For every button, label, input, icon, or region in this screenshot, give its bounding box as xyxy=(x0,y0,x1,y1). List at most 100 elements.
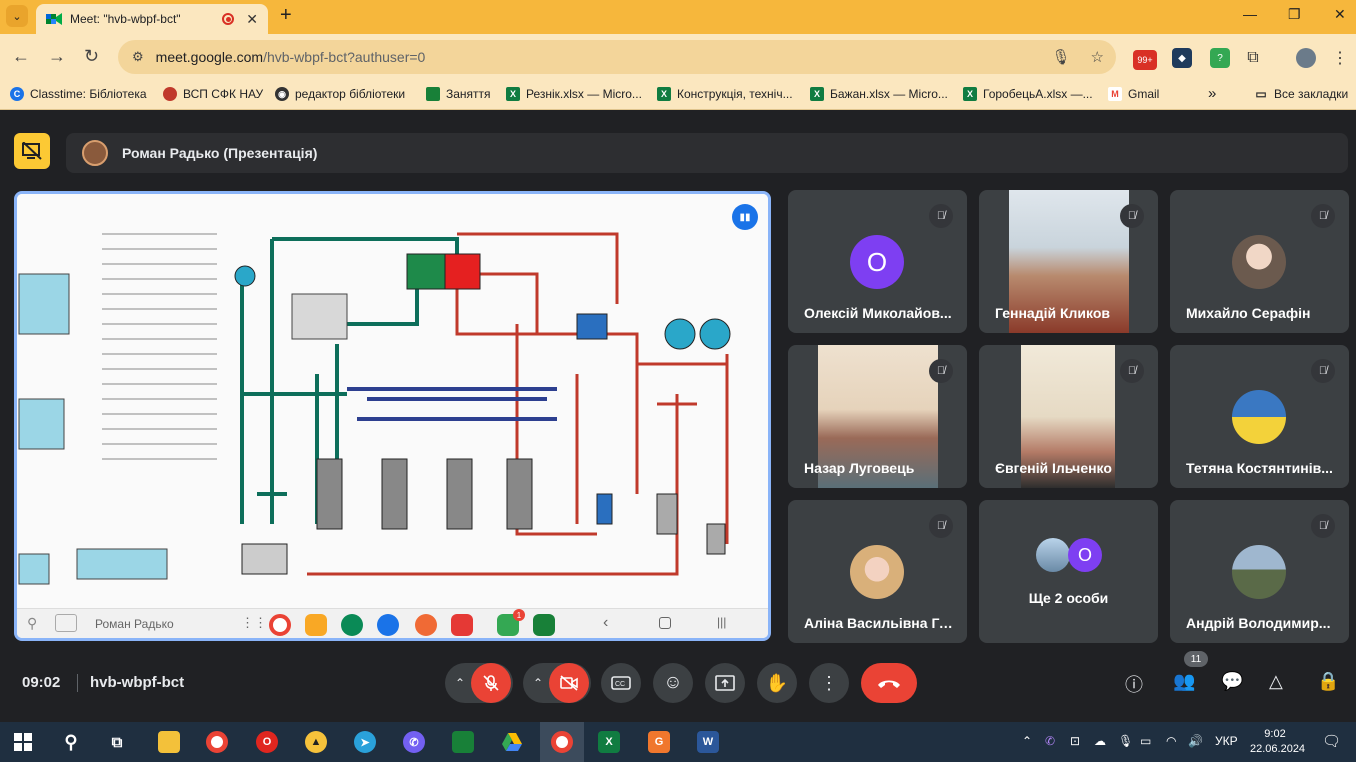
participant-tile[interactable]: 🎙̸ Тетяна Костянтинів... xyxy=(1170,345,1349,488)
task-view-icon[interactable]: ⧉ xyxy=(106,731,128,753)
people-count-badge: 11 xyxy=(1184,651,1208,667)
bookmark-item[interactable]: X Бажан.xlsx — Micro... xyxy=(810,87,948,101)
svg-text:CC: CC xyxy=(615,681,625,688)
bookmark-item[interactable]: C Classtime: Бібліотека xyxy=(10,87,147,101)
more-options-button[interactable]: ⋮ xyxy=(809,663,849,703)
avatar: О xyxy=(1068,538,1102,572)
volume-icon[interactable]: 🔊 xyxy=(1188,734,1203,748)
files-app-icon xyxy=(305,614,327,636)
bookmark-item[interactable]: X Резнік.xlsx — Micro... xyxy=(506,87,642,101)
avatar xyxy=(82,140,108,166)
messages-app-icon xyxy=(377,614,399,636)
wifi-icon[interactable]: ◠ xyxy=(1166,734,1176,748)
bookmark-item[interactable]: Заняття xyxy=(426,87,491,101)
mic-off-button[interactable] xyxy=(471,663,511,703)
globe-icon: ◉ xyxy=(275,87,289,101)
participant-tile[interactable]: О Ще 2 особи xyxy=(979,500,1158,643)
bookmark-item[interactable]: ◉ редактор бібліотеки xyxy=(275,87,405,101)
cloud-icon[interactable]: ☁ xyxy=(1094,734,1106,748)
crest-icon xyxy=(163,87,177,101)
opera-icon[interactable]: O xyxy=(256,731,278,753)
excel-icon[interactable]: X xyxy=(598,731,620,753)
participant-tile[interactable]: 🎙̸ Геннадій Кликов xyxy=(979,190,1158,333)
participant-tile[interactable]: 🎙̸ Аліна Васильівна Го... xyxy=(788,500,967,643)
maximize-button[interactable]: ❐ xyxy=(1288,6,1301,23)
screen-icon xyxy=(55,614,77,632)
raise-hand-button[interactable]: ✋ xyxy=(757,663,797,703)
extension-mail-icon[interactable]: 99+ xyxy=(1133,50,1157,70)
menu-kebab-icon[interactable]: ⋮ xyxy=(1330,48,1350,68)
site-info-icon[interactable]: ⚙ xyxy=(132,49,144,65)
stop-presenting-icon[interactable] xyxy=(14,133,50,169)
leave-call-button[interactable] xyxy=(861,663,917,703)
minimize-button[interactable]: — xyxy=(1243,6,1257,22)
reload-icon[interactable]: ↻ xyxy=(84,46,99,67)
viber-tray-icon[interactable]: ✆ xyxy=(1045,734,1055,748)
video-options-chevron-icon[interactable]: ⌃ xyxy=(527,663,549,703)
taskbar-clock[interactable]: 9:02 22.06.2024 xyxy=(1250,727,1305,757)
chat-icon[interactable]: 💬 xyxy=(1221,671,1243,692)
google-drive-icon[interactable] xyxy=(501,731,523,753)
android-back-icon: ‹ xyxy=(603,614,609,631)
more-bookmarks-button[interactable]: » xyxy=(1208,85,1216,102)
chrome-icon[interactable] xyxy=(206,731,228,753)
meeting-info-icon[interactable]: ⓘ xyxy=(1125,671,1143,697)
pdf-app-icon[interactable]: G xyxy=(648,731,670,753)
emoji-reactions-button[interactable]: ☺ xyxy=(653,663,693,703)
host-controls-icon[interactable]: 🔒 xyxy=(1317,671,1339,692)
taskbar-time: 9:02 xyxy=(1264,728,1286,740)
extension-shield-icon[interactable]: ◆ xyxy=(1172,48,1192,68)
language-indicator[interactable]: УКР xyxy=(1215,734,1238,748)
browser-tab[interactable]: Meet: "hvb-wbpf-bct" ✕ xyxy=(36,4,268,34)
address-bar[interactable]: ⚙ meet.google.com/hvb-wbpf-bct?authuser=… xyxy=(118,40,1116,74)
microphone-icon[interactable]: 🎙 xyxy=(1052,48,1071,66)
file-explorer-icon[interactable] xyxy=(158,731,180,753)
participant-tile[interactable]: 🎙̸ Михайло Серафін xyxy=(1170,190,1349,333)
new-tab-button[interactable]: + xyxy=(280,4,292,27)
notification-badge: 1 xyxy=(513,609,525,621)
battery-icon[interactable]: ▭ xyxy=(1140,734,1151,748)
tray-app-icon[interactable]: ⊡ xyxy=(1070,734,1080,748)
start-icon[interactable] xyxy=(12,731,34,753)
app-triangle-icon[interactable]: ▲ xyxy=(305,731,327,753)
bookmark-item[interactable]: X Конструкція, техніч... xyxy=(657,87,793,101)
notifications-icon[interactable]: 🗨 xyxy=(1322,732,1341,750)
c-app-icon xyxy=(341,614,363,636)
word-icon[interactable]: W xyxy=(697,731,719,753)
chrome-active-icon[interactable] xyxy=(551,731,573,753)
search-icon[interactable]: ⚲ xyxy=(60,731,82,753)
profile-avatar[interactable] xyxy=(1296,48,1316,68)
shared-screen[interactable]: ▮▮ ⚲ Роман Радько ⋮⋮ 1 ‹ ||| xyxy=(14,191,771,641)
shared-screen-name: Роман Радько xyxy=(95,617,174,631)
participant-tile[interactable]: 🎙̸ О Олексій Миколайов... xyxy=(788,190,967,333)
participant-tile[interactable]: 🎙̸ Назар Луговець xyxy=(788,345,967,488)
activities-icon[interactable]: △ xyxy=(1269,671,1283,692)
camera-off-button[interactable] xyxy=(549,663,589,703)
participant-name: Тетяна Костянтинів... xyxy=(1186,460,1333,476)
participant-tile[interactable]: 🎙̸ Євгеній Ільченко xyxy=(979,345,1158,488)
all-bookmarks-button[interactable]: ▭ Все закладки xyxy=(1254,87,1348,101)
excel-icon: X xyxy=(963,87,977,101)
back-icon[interactable]: ← xyxy=(12,46,30,67)
tab-search-button[interactable]: ⌄ xyxy=(6,5,28,27)
tray-chevron-icon[interactable]: ⌃ xyxy=(1022,734,1032,748)
participant-tile[interactable]: 🎙̸ Андрій Володимир... xyxy=(1170,500,1349,643)
extension-puzzle-icon[interactable]: ? xyxy=(1210,48,1230,68)
tab-close-icon[interactable]: ✕ xyxy=(246,11,258,28)
captions-button[interactable]: CC xyxy=(601,663,641,703)
telegram-icon[interactable]: ➤ xyxy=(354,731,376,753)
present-button[interactable] xyxy=(705,663,745,703)
bookmark-item[interactable]: X ГоробецьА.xlsx —... xyxy=(963,87,1093,101)
extensions-icon[interactable]: ⧉ xyxy=(1243,48,1263,68)
microphone-tray-icon[interactable]: 🎙 xyxy=(1118,734,1133,748)
forward-icon[interactable]: → xyxy=(48,46,66,67)
classroom-icon[interactable] xyxy=(452,731,474,753)
bookmark-item[interactable]: ВСП СФК НАУ xyxy=(163,87,263,101)
bookmark-star-icon[interactable]: ☆ xyxy=(1091,48,1104,66)
bookmark-item[interactable]: M Gmail xyxy=(1108,87,1159,101)
avatar xyxy=(850,545,904,599)
people-icon[interactable]: 👥 xyxy=(1173,671,1195,692)
audio-options-chevron-icon[interactable]: ⌃ xyxy=(449,663,471,703)
close-window-button[interactable]: ✕ xyxy=(1334,6,1346,23)
viber-icon[interactable]: ✆ xyxy=(403,731,425,753)
